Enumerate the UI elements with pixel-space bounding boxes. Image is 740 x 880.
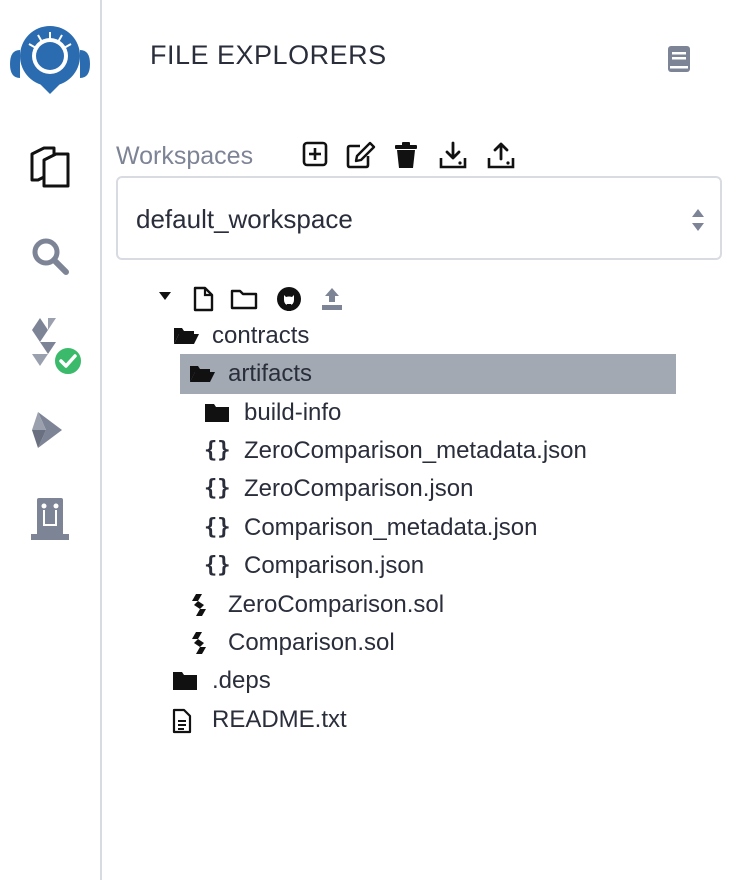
workspace-select[interactable]: default_workspace (116, 176, 722, 260)
caret-down-icon[interactable] (158, 290, 172, 302)
text-file-icon (172, 708, 192, 734)
tree-label: ZeroComparison_metadata.json (244, 437, 587, 464)
json-braces-icon: {} (204, 553, 231, 578)
folder-open-icon (174, 328, 199, 344)
folder-open-icon (190, 366, 215, 382)
edit-workspace-icon[interactable] (346, 141, 376, 169)
json-braces-icon: {} (204, 515, 231, 540)
panel-title: FILE EXPLORERS (150, 40, 387, 70)
tree-label: build-info (244, 399, 342, 426)
tree-label: .deps (212, 667, 271, 694)
download-workspace-icon[interactable] (438, 141, 468, 169)
add-workspace-icon[interactable] (302, 141, 328, 167)
search-icon[interactable] (30, 236, 70, 276)
file-explorer-icon[interactable] (28, 146, 72, 188)
tree-label: ZeroComparison.json (244, 475, 474, 502)
json-braces-icon: {} (204, 438, 231, 463)
tree-label: Comparison.json (244, 552, 425, 579)
solidity-compiler-icon[interactable] (26, 316, 86, 378)
solidity-file-icon (192, 594, 206, 616)
workspace-select-value: default_workspace (136, 204, 353, 234)
github-icon[interactable] (276, 286, 302, 312)
select-arrows-icon (692, 209, 704, 231)
deploy-run-icon[interactable] (28, 408, 72, 452)
json-braces-icon: {} (204, 476, 231, 501)
tree-label: artifacts (228, 360, 313, 387)
new-folder-icon[interactable] (230, 288, 258, 310)
tree-label: ZeroComparison.sol (228, 591, 445, 618)
file-explorer-panel: FILE EXPLORERS Workspaces default_worksp… (102, 0, 740, 880)
folder-icon (205, 404, 229, 422)
workspaces-label: Workspaces (116, 142, 254, 170)
tree-label: Comparison_metadata.json (244, 514, 538, 541)
solidity-file-icon (192, 632, 206, 654)
tree-label: Comparison.sol (228, 629, 395, 656)
book-icon[interactable] (666, 44, 692, 74)
folder-icon (173, 672, 197, 690)
upload-workspace-icon[interactable] (486, 141, 516, 169)
delete-workspace-icon[interactable] (394, 141, 418, 169)
plugin-manager-icon[interactable] (29, 496, 71, 544)
upload-file-icon[interactable] (320, 286, 344, 312)
remix-logo-icon[interactable] (6, 20, 94, 96)
tree-label: contracts (212, 322, 310, 349)
new-file-icon[interactable] (192, 286, 214, 312)
icon-sidebar (0, 0, 102, 880)
tree-label: README.txt (212, 706, 347, 733)
